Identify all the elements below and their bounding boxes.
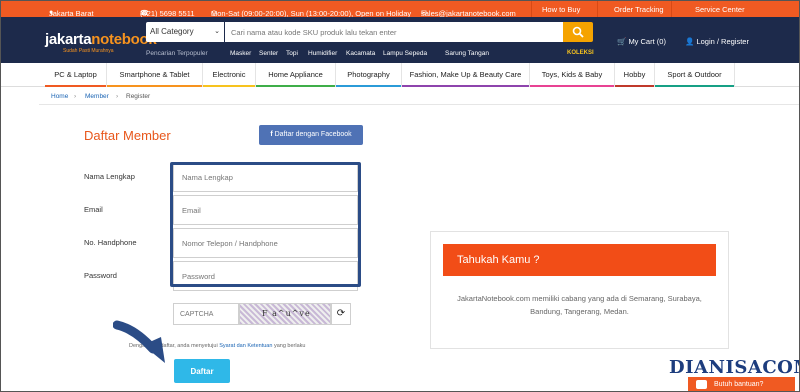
nav-sport-outdoor[interactable]: Sport & Outdoor	[655, 63, 735, 87]
how-to-buy-link[interactable]: How to Buy	[542, 5, 580, 14]
login-register-button[interactable]: 👤 Login / Register	[685, 37, 749, 46]
site-logo[interactable]: jakartanotebook	[45, 31, 157, 48]
captcha-input[interactable]	[173, 303, 239, 325]
divider	[39, 104, 799, 105]
facebook-register-button[interactable]: f Daftar dengan Facebook	[259, 125, 363, 145]
popular-item[interactable]: Senter	[259, 50, 278, 57]
service-center-link[interactable]: Service Center	[695, 5, 745, 14]
page-title: Daftar Member	[84, 128, 171, 143]
refresh-captcha-button[interactable]: ⟳	[331, 303, 351, 325]
breadcrumb-member[interactable]: Member	[85, 93, 109, 100]
breadcrumb-separator: ›	[116, 93, 119, 100]
breadcrumb-register: Register	[126, 93, 151, 100]
info-title: Tahukah Kamu ?	[443, 244, 716, 276]
popular-item[interactable]: Lampu Sepeda	[383, 50, 427, 57]
header: jakartanotebook Sudah Pasti Murahnya All…	[1, 17, 799, 63]
logo-tagline: Sudah Pasti Murahnya	[63, 48, 114, 54]
popular-item[interactable]: Kacamata	[346, 50, 375, 57]
search-button[interactable]	[563, 22, 593, 42]
terms-link[interactable]: Syarat dan Ketentuan	[219, 343, 272, 349]
search-icon	[572, 26, 584, 38]
koleksi-link[interactable]: KOLEKSI	[567, 50, 594, 56]
nav-toys-kids-baby[interactable]: Toys, Kids & Baby	[530, 63, 615, 87]
popular-search-label: Pencarian Terpopuler	[146, 50, 208, 57]
email-label: Email	[84, 205, 103, 214]
user-icon: 👤	[685, 37, 695, 46]
nav-fashion-beauty[interactable]: Fashion, Make Up & Beauty Care	[402, 63, 530, 87]
watermark: DIANISACOM	[669, 357, 800, 378]
cart-button[interactable]: 🛒 My Cart (0)	[617, 37, 666, 46]
popular-item[interactable]: Humidifier	[308, 50, 337, 57]
register-submit-button[interactable]: Daftar	[174, 359, 230, 383]
chat-help-button[interactable]: Butuh bantuan?	[688, 377, 795, 391]
nav-photography[interactable]: Photography	[336, 63, 402, 87]
captcha-image: F a^u^ve	[239, 303, 331, 325]
highlight-box	[170, 162, 361, 287]
page: ● Jakarta Barat ⌄ ☎ (021) 5698 5511 ◷ Mo…	[0, 0, 800, 392]
password-label: Password	[84, 271, 117, 280]
popular-item[interactable]: Topi	[286, 50, 298, 57]
pointer-arrow-icon	[113, 320, 165, 363]
top-bar: ● Jakarta Barat ⌄ ☎ (021) 5698 5511 ◷ Mo…	[1, 1, 799, 18]
nav-pc-laptop[interactable]: PC & Laptop	[45, 63, 107, 87]
cart-icon: 🛒	[617, 37, 627, 46]
chevron-down-icon: ⌄	[49, 10, 55, 17]
chat-bubble-icon	[696, 380, 707, 389]
nav-smartphone-tablet[interactable]: Smartphone & Tablet	[107, 63, 203, 87]
phone-label: No. Handphone	[84, 238, 137, 247]
category-nav: PC & Laptop Smartphone & Tablet Electron…	[1, 63, 799, 87]
breadcrumb-home[interactable]: Home	[51, 93, 68, 100]
breadcrumb-separator: ›	[74, 93, 77, 100]
popular-item[interactable]: Sarung Tangan	[445, 50, 489, 57]
search-input[interactable]	[225, 22, 563, 42]
category-select[interactable]: All Category ⌄	[146, 22, 224, 42]
refresh-icon: ⟳	[336, 308, 346, 319]
info-text: JakartaNotebook.com memiliki cabang yang…	[457, 294, 702, 316]
nav-home-appliance[interactable]: Home Appliance	[256, 63, 336, 87]
nav-hobby[interactable]: Hobby	[615, 63, 655, 87]
order-tracking-link[interactable]: Order Tracking	[614, 5, 664, 14]
full-name-label: Nama Lengkap	[84, 172, 135, 181]
chevron-down-icon: ⌄	[214, 28, 220, 35]
nav-electronic[interactable]: Electronic	[203, 63, 256, 87]
facebook-icon: f	[270, 131, 273, 138]
popular-item[interactable]: Masker	[230, 50, 251, 57]
